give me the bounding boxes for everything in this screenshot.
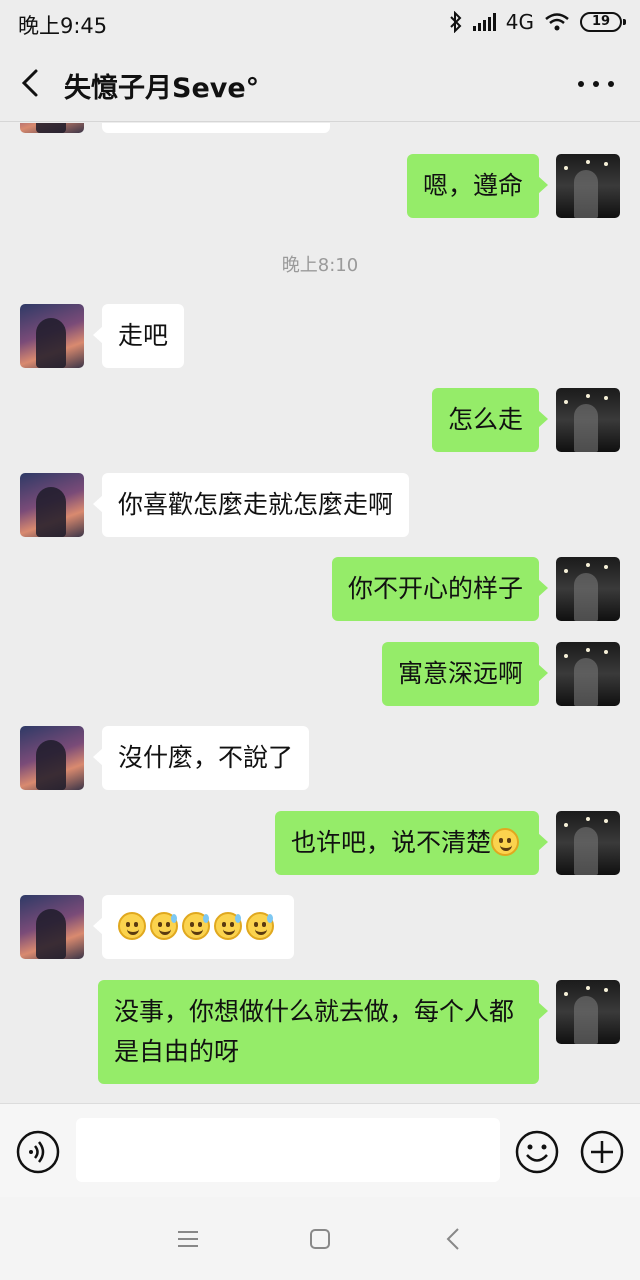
contact-avatar[interactable] [20,726,84,790]
message-bubble-partial[interactable] [102,123,330,133]
battery-indicator: 19 [580,12,626,32]
own-avatar[interactable] [556,388,620,452]
message-bubble[interactable]: 没事，你想做什么就去做，每个人都是自由的呀 [98,980,548,1084]
message-bubble[interactable]: 你不开心的样子 [331,557,549,621]
voice-icon[interactable] [16,1130,60,1174]
chevron-left-icon[interactable] [14,66,48,100]
sweat-emoji-icon [150,912,178,940]
emoji-icon[interactable] [515,1130,559,1174]
sweat-emoji-icon [182,912,210,940]
status-bar: 晚上9:45 4G 19 [0,0,640,46]
network-type: 4G [505,10,534,34]
home-icon[interactable] [306,1225,334,1253]
sweat-emoji-icon [246,912,274,940]
back-nav-icon[interactable] [440,1225,468,1253]
own-avatar[interactable] [556,642,620,706]
wifi-icon [545,13,569,31]
contact-avatar[interactable] [20,895,84,959]
smile-emoji-icon [118,912,146,940]
own-avatar[interactable] [556,980,620,1044]
status-time: 晚上9:45 [18,14,108,38]
message-bubble[interactable]: 也许吧，说不清楚 [274,811,549,875]
signal-icon [472,13,496,31]
message-timestamp: 晚上8:10 [281,255,359,276]
contact-avatar[interactable] [20,473,84,537]
message-list[interactable]: 嗯，遵命 晚上8:10 走吧 怎么走 你喜歡怎麼走就怎麼走啊 你不开心的样子 寓… [0,123,640,1103]
message-bubble[interactable]: 你喜歡怎麼走就怎麼走啊 [92,473,410,537]
contact-avatar[interactable] [20,123,84,133]
chat-header: 失憶子月Seve° [0,46,640,122]
input-bar [0,1103,640,1197]
message-bubble[interactable]: 寓意深远啊 [381,642,549,706]
message-input[interactable] [76,1118,500,1182]
message-bubble[interactable]: 走吧 [92,304,185,368]
own-avatar[interactable] [556,811,620,875]
message-bubble[interactable]: 怎么走 [431,388,549,452]
own-avatar[interactable] [556,557,620,621]
plus-icon[interactable] [580,1130,624,1174]
menu-icon[interactable] [174,1225,202,1253]
system-nav-bar [0,1197,640,1280]
sweat-emoji-icon [214,912,242,940]
message-bubble[interactable]: 嗯，遵命 [406,154,549,218]
own-avatar[interactable] [556,154,620,218]
grin-emoji-icon [491,828,519,856]
status-icons: 4G 19 [449,8,626,36]
message-bubble-emoji[interactable] [93,895,294,959]
bluetooth-icon [450,11,462,33]
contact-avatar[interactable] [20,304,84,368]
more-dots-icon[interactable] [578,66,614,102]
chat-title: 失憶子月Seve° [64,73,260,104]
message-bubble[interactable]: 沒什麼，不說了 [92,726,310,790]
message-text: 也许吧，说不清楚 [290,828,491,857]
